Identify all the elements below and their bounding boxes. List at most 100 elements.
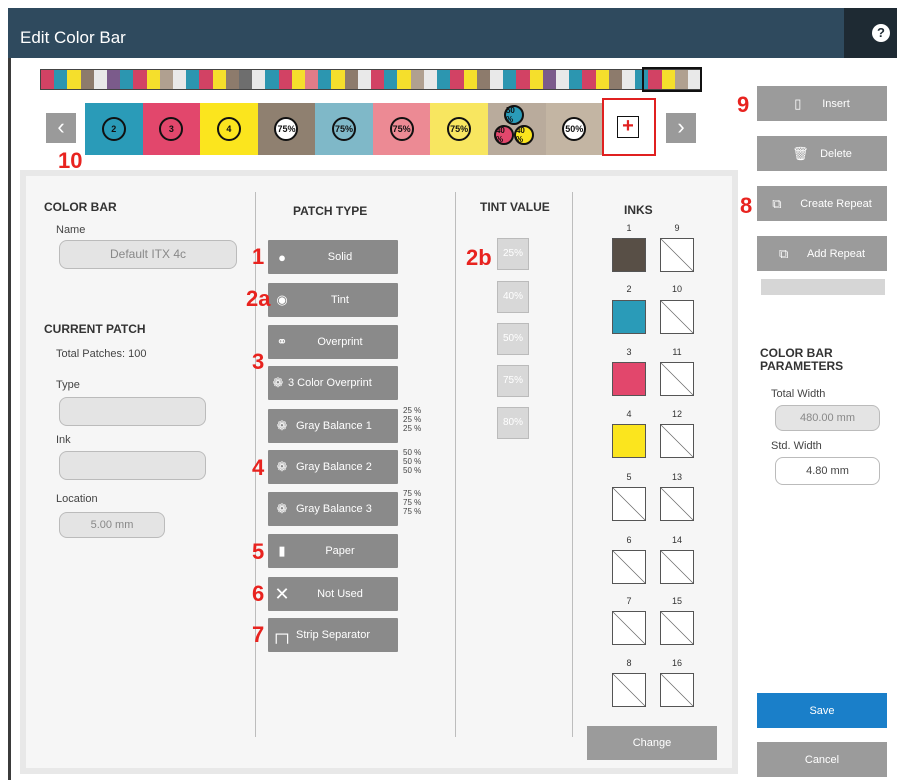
tint-80-button[interactable]: 80% xyxy=(497,407,529,439)
ink-swatch-4[interactable] xyxy=(612,424,646,458)
patch-label: 75% xyxy=(274,117,299,141)
solid-button[interactable]: ● Solid xyxy=(268,240,398,274)
patch-swatch[interactable]: 75% xyxy=(315,103,373,155)
column-divider xyxy=(572,192,573,737)
strip-segment xyxy=(107,70,121,89)
ink-swatch-10[interactable] xyxy=(660,300,694,334)
patch-row: 2 3 4 75% 75% 75% 75% 50 % 40 % 40 % 50% xyxy=(85,103,604,155)
patch-swatch[interactable]: 2 xyxy=(85,103,143,155)
strip-segment xyxy=(595,70,609,89)
total-width-field[interactable]: 480.00 mm xyxy=(775,405,880,431)
tint-50-button[interactable]: 50% xyxy=(497,323,529,355)
patch-swatch[interactable]: 3 xyxy=(142,103,201,155)
chevron-right-icon[interactable]: › xyxy=(666,113,696,143)
strip-segment xyxy=(476,70,490,89)
gray-balance-1-button[interactable]: ❁ Gray Balance 1 xyxy=(268,409,398,443)
ink-swatch-5[interactable] xyxy=(612,487,646,521)
color-bar-strip[interactable] xyxy=(40,69,702,90)
cancel-button[interactable]: Cancel xyxy=(757,742,887,777)
gray-balance-icon: ❁ xyxy=(276,418,288,433)
help-icon[interactable]: ? xyxy=(872,24,890,42)
gray-balance-2-button[interactable]: ❁ Gray Balance 2 xyxy=(268,450,398,484)
add-repeat-button[interactable]: ⧉ Add Repeat xyxy=(757,236,887,271)
tint-75-button[interactable]: 75% xyxy=(497,365,529,397)
ink-swatch-13[interactable] xyxy=(660,487,694,521)
ink-number: 8 xyxy=(626,658,632,668)
strip-segment xyxy=(212,70,226,89)
type-field[interactable] xyxy=(59,397,206,426)
tint-button[interactable]: ◉ Tint xyxy=(268,283,398,317)
strip-segment xyxy=(608,70,622,89)
patch-label: 50% xyxy=(562,117,587,141)
gray-balance-icon: ❁ xyxy=(276,501,288,516)
callout-6: 6 xyxy=(252,581,265,606)
overprint-circle-magenta: 40 % xyxy=(493,125,514,145)
create-repeat-button[interactable]: ⧉ Create Repeat xyxy=(757,186,887,221)
ink-field[interactable] xyxy=(59,451,206,480)
strip-segment xyxy=(291,70,306,89)
repeat-icon: ⧉ xyxy=(772,195,782,211)
strip-selection-frame[interactable] xyxy=(642,67,702,92)
patch-swatch[interactable]: 75% xyxy=(430,103,488,155)
strip-segment xyxy=(529,70,543,89)
callout-1: 1 xyxy=(252,244,265,269)
patch-label: 75% xyxy=(447,117,472,141)
save-button[interactable]: Save xyxy=(757,693,887,728)
ink-swatch-12[interactable] xyxy=(660,424,694,458)
strip-segment xyxy=(146,70,160,89)
overprint-swatch[interactable]: 50 % 40 % 40 % xyxy=(487,103,546,155)
strip-segment xyxy=(463,70,477,89)
gray-balance-icon: ❁ xyxy=(276,459,288,474)
strip-separator-button[interactable]: ┌┐ Strip Separator xyxy=(268,618,398,652)
ink-number: 2 xyxy=(626,284,632,294)
overprint-circle-cyan: 50 % xyxy=(503,105,524,125)
patch-swatch[interactable]: 4 xyxy=(200,103,258,155)
insert-button[interactable]: ▯ Insert xyxy=(757,86,887,121)
strip-segment xyxy=(80,70,94,89)
ink-number: 11 xyxy=(672,347,682,357)
parameters-heading: COLOR BAR PARAMETERS xyxy=(760,346,844,373)
std-width-field[interactable]: 4.80 mm xyxy=(775,457,880,485)
add-patch-icon[interactable]: + xyxy=(617,116,639,138)
strip-segment xyxy=(67,70,81,89)
change-button[interactable]: Change xyxy=(587,726,717,760)
ink-swatch-6[interactable] xyxy=(612,550,646,584)
location-field[interactable]: 5.00 mm xyxy=(59,512,165,538)
ink-swatch-3[interactable] xyxy=(612,362,646,396)
patch-swatch[interactable]: 50% xyxy=(545,103,604,155)
column-divider xyxy=(455,192,456,737)
ink-swatch-14[interactable] xyxy=(660,550,694,584)
tint-circle-icon: ◉ xyxy=(276,292,288,307)
callout-9: 9 xyxy=(737,92,750,117)
strip-segment xyxy=(569,70,583,89)
patch-swatch[interactable]: 75% xyxy=(372,103,431,155)
current-patch-heading: CURRENT PATCH xyxy=(44,322,146,336)
ink-swatch-7[interactable] xyxy=(612,611,646,645)
callout-8: 8 xyxy=(740,193,753,218)
ink-swatch-9[interactable] xyxy=(660,238,694,272)
ink-swatch-8[interactable] xyxy=(612,673,646,707)
name-field[interactable]: Default ITX 4c xyxy=(59,240,237,269)
delete-button[interactable]: 🗑 Delete xyxy=(757,136,887,171)
strip-segment xyxy=(437,70,451,89)
window-title: Edit Color Bar xyxy=(20,28,126,47)
insert-icon: ▯ xyxy=(794,95,802,111)
strip-segment xyxy=(516,70,530,89)
ink-swatch-11[interactable] xyxy=(660,362,694,396)
not-used-button[interactable]: ✕ Not Used xyxy=(268,577,398,611)
strip-segment xyxy=(357,70,372,89)
strip-segment xyxy=(621,70,636,89)
three-color-overprint-button[interactable]: ❁ 3 Color Overprint xyxy=(268,366,398,400)
ink-swatch-1[interactable] xyxy=(612,238,646,272)
ink-swatch-15[interactable] xyxy=(660,611,694,645)
gray-balance-3-button[interactable]: ❁ Gray Balance 3 xyxy=(268,492,398,526)
overprint-button[interactable]: ⚭ Overprint xyxy=(268,325,398,359)
paper-button[interactable]: ▮ Paper xyxy=(268,534,398,568)
chevron-left-icon[interactable]: ‹ xyxy=(46,113,76,143)
patch-swatch[interactable]: 75% xyxy=(257,103,316,155)
ink-swatch-2[interactable] xyxy=(612,300,646,334)
tint-40-button[interactable]: 40% xyxy=(497,281,529,313)
ink-swatch-16[interactable] xyxy=(660,673,694,707)
callout-2a: 2a xyxy=(246,286,271,311)
tint-25-button[interactable]: 25% xyxy=(497,238,529,270)
